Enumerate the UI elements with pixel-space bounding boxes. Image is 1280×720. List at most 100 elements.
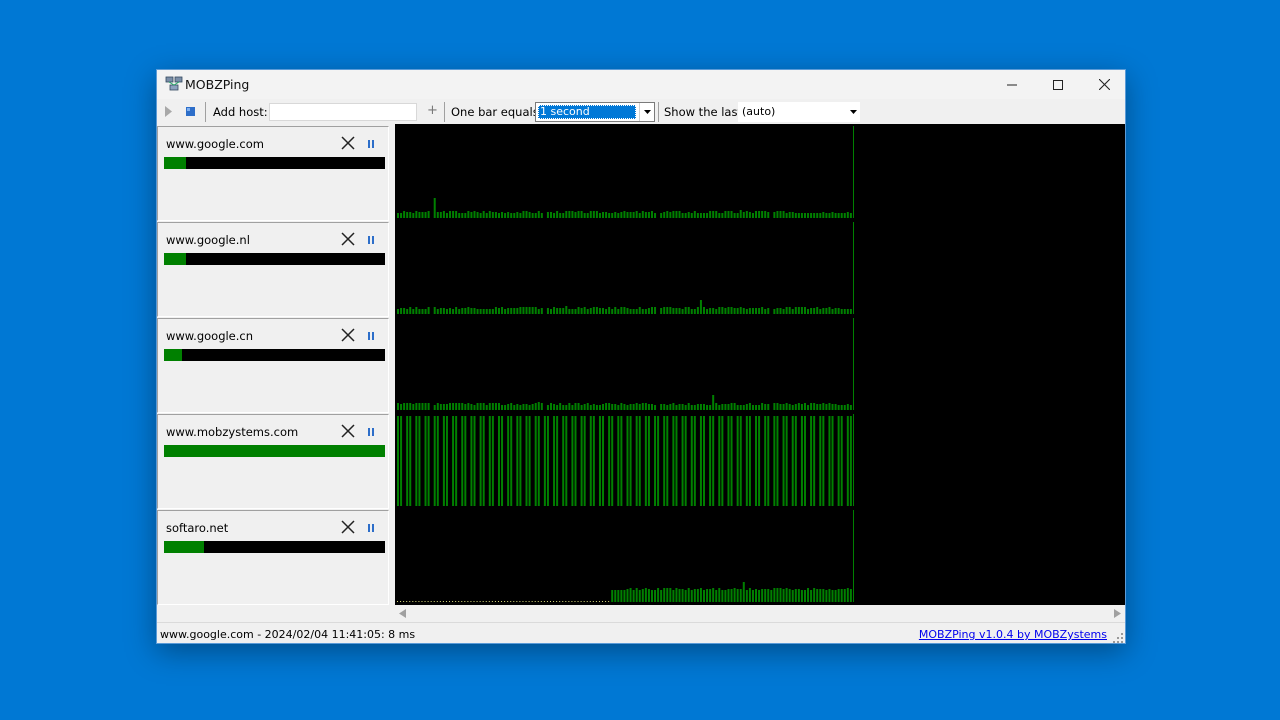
ping-bar xyxy=(776,308,779,314)
about-link[interactable]: MOBZPing v1.0.4 by MOBZystems xyxy=(919,628,1107,641)
ping-bar xyxy=(767,308,770,314)
scroll-left-icon[interactable] xyxy=(399,609,407,618)
ping-bar xyxy=(767,404,770,410)
ping-bar xyxy=(635,309,638,314)
ping-bar xyxy=(412,309,415,314)
ping-bar xyxy=(626,212,629,218)
ping-bar xyxy=(840,416,843,506)
play-icon[interactable] xyxy=(165,106,173,117)
ping-bar xyxy=(482,211,485,218)
pause-icon[interactable] xyxy=(366,330,376,342)
ping-bar xyxy=(583,213,586,218)
close-icon[interactable] xyxy=(341,328,355,342)
ping-bar xyxy=(791,212,794,218)
chevron-down-icon[interactable] xyxy=(639,103,654,121)
stop-icon[interactable] xyxy=(186,107,195,116)
ping-bar xyxy=(644,212,647,218)
one-bar-select[interactable]: 1 second xyxy=(535,102,655,122)
host-progress-fill xyxy=(164,349,182,361)
ping-bar xyxy=(751,405,754,410)
ping-bar xyxy=(764,211,767,218)
ping-bar xyxy=(528,601,530,602)
ping-bar xyxy=(690,405,693,410)
close-icon[interactable] xyxy=(341,232,355,246)
ping-bar xyxy=(623,590,626,602)
add-host-button[interactable]: + xyxy=(427,103,438,118)
horizontal-scrollbar[interactable] xyxy=(395,605,1125,622)
ping-bar xyxy=(782,404,785,410)
minimize-button[interactable] xyxy=(989,70,1035,99)
ping-bar xyxy=(602,404,605,410)
ping-bar xyxy=(439,212,442,218)
ping-bar xyxy=(421,309,424,314)
ping-bar xyxy=(488,416,491,506)
add-host-input[interactable] xyxy=(269,103,417,121)
ping-bar xyxy=(595,307,598,314)
host-panel: www.google.cn xyxy=(157,318,389,413)
ping-bar xyxy=(669,588,672,602)
ping-bar xyxy=(785,213,788,218)
status-text: www.google.com - 2024/02/04 11:41:05: 8 … xyxy=(160,628,416,641)
ping-bar xyxy=(736,213,739,218)
ping-bar xyxy=(497,308,500,314)
ping-bar xyxy=(397,213,399,218)
ping-bar xyxy=(565,306,568,314)
ping-bar xyxy=(681,416,684,506)
show-last-select[interactable]: (auto) xyxy=(738,102,860,122)
ping-bar xyxy=(598,405,601,410)
ping-bar xyxy=(706,589,709,602)
ping-bar xyxy=(849,416,852,506)
ping-bar xyxy=(644,403,647,410)
ping-graph-canvas xyxy=(397,126,854,602)
ping-bar xyxy=(455,601,457,602)
ping-bar xyxy=(764,404,767,410)
ping-bar xyxy=(800,307,803,314)
ping-bar xyxy=(525,404,528,410)
ping-bar xyxy=(528,405,531,410)
ping-bar xyxy=(516,404,519,410)
ping-bar xyxy=(672,403,675,410)
ping-bar xyxy=(406,416,409,506)
close-icon[interactable] xyxy=(341,424,355,438)
ping-bar xyxy=(761,403,764,410)
ping-bar xyxy=(853,222,854,314)
ping-bar xyxy=(507,308,510,314)
host-list: www.google.com www.google.nl www.google.cn… xyxy=(157,126,391,643)
ping-bar xyxy=(605,212,608,218)
close-icon[interactable] xyxy=(341,520,355,534)
main-window: MOBZPing Add host: + One bar equals: 1 s… xyxy=(156,69,1126,644)
maximize-button[interactable] xyxy=(1035,70,1081,99)
ping-bar xyxy=(834,213,837,218)
ping-bar xyxy=(546,308,549,314)
ping-bar xyxy=(580,416,583,506)
ping-bar xyxy=(519,601,521,602)
close-icon[interactable] xyxy=(341,136,355,150)
ping-bar xyxy=(660,404,663,410)
title-bar[interactable]: MOBZPing xyxy=(157,70,1125,99)
ping-bar xyxy=(703,307,705,314)
ping-bar xyxy=(482,601,484,602)
host-progress-fill xyxy=(164,541,204,553)
ping-bar xyxy=(452,601,454,602)
scroll-right-icon[interactable] xyxy=(1114,609,1122,618)
pause-icon[interactable] xyxy=(366,426,376,438)
pause-icon[interactable] xyxy=(366,234,376,246)
ping-bar xyxy=(647,404,650,410)
ping-bar xyxy=(617,309,620,314)
pause-icon[interactable] xyxy=(366,522,376,534)
ping-bar xyxy=(733,308,736,314)
ping-bar xyxy=(699,588,702,602)
toolbar: Add host: + One bar equals: 1 second Sho… xyxy=(157,99,1125,125)
ping-bar xyxy=(452,403,455,410)
chevron-down-icon[interactable] xyxy=(850,110,857,114)
resize-grip-icon[interactable] xyxy=(1113,633,1123,643)
ping-bar xyxy=(415,211,418,218)
show-last-value: (auto) xyxy=(742,105,776,118)
ping-bar xyxy=(699,213,702,218)
close-window-button[interactable] xyxy=(1081,70,1125,99)
ping-bar xyxy=(644,309,647,314)
ping-bar xyxy=(822,416,825,506)
pause-icon[interactable] xyxy=(366,138,376,150)
ping-bar xyxy=(427,416,430,506)
host-progress-bar xyxy=(164,157,385,169)
